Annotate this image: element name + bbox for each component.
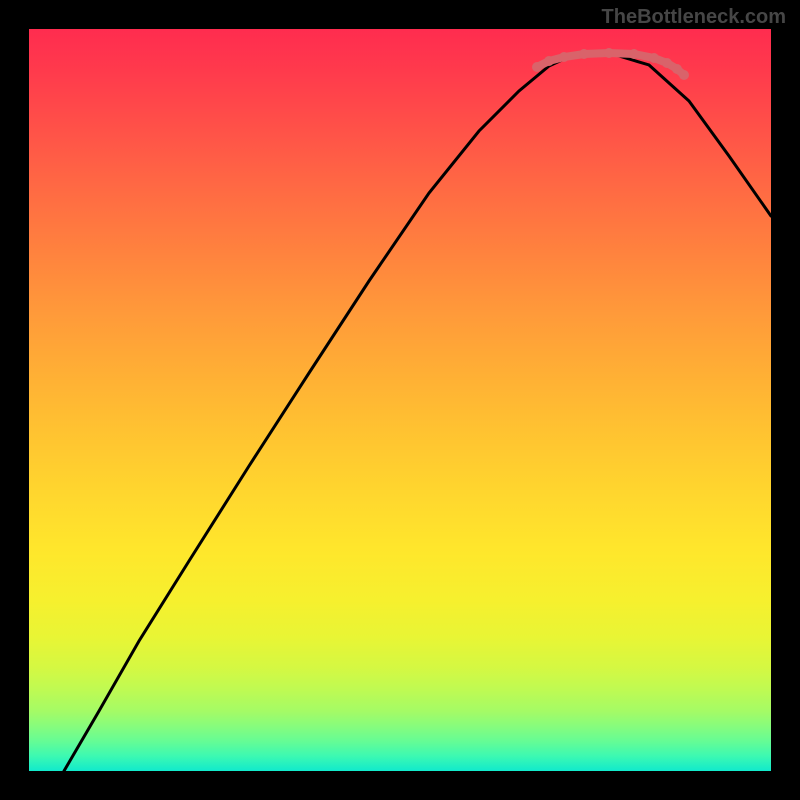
optimal-zone-dot <box>649 53 659 63</box>
optimal-zone-dot <box>629 49 639 59</box>
bottleneck-curve <box>64 53 771 771</box>
watermark-text: TheBottleneck.com <box>602 6 786 29</box>
chart-plot-area <box>29 29 771 771</box>
optimal-zone-dot <box>679 70 689 80</box>
optimal-zone-dot <box>579 49 589 59</box>
chart-svg <box>29 29 771 771</box>
optimal-zone-dot <box>604 48 614 58</box>
optimal-zone-dot <box>662 58 672 68</box>
optimal-zone-dot <box>532 62 542 72</box>
optimal-zone-dot <box>544 56 554 66</box>
optimal-zone-dot <box>559 52 569 62</box>
